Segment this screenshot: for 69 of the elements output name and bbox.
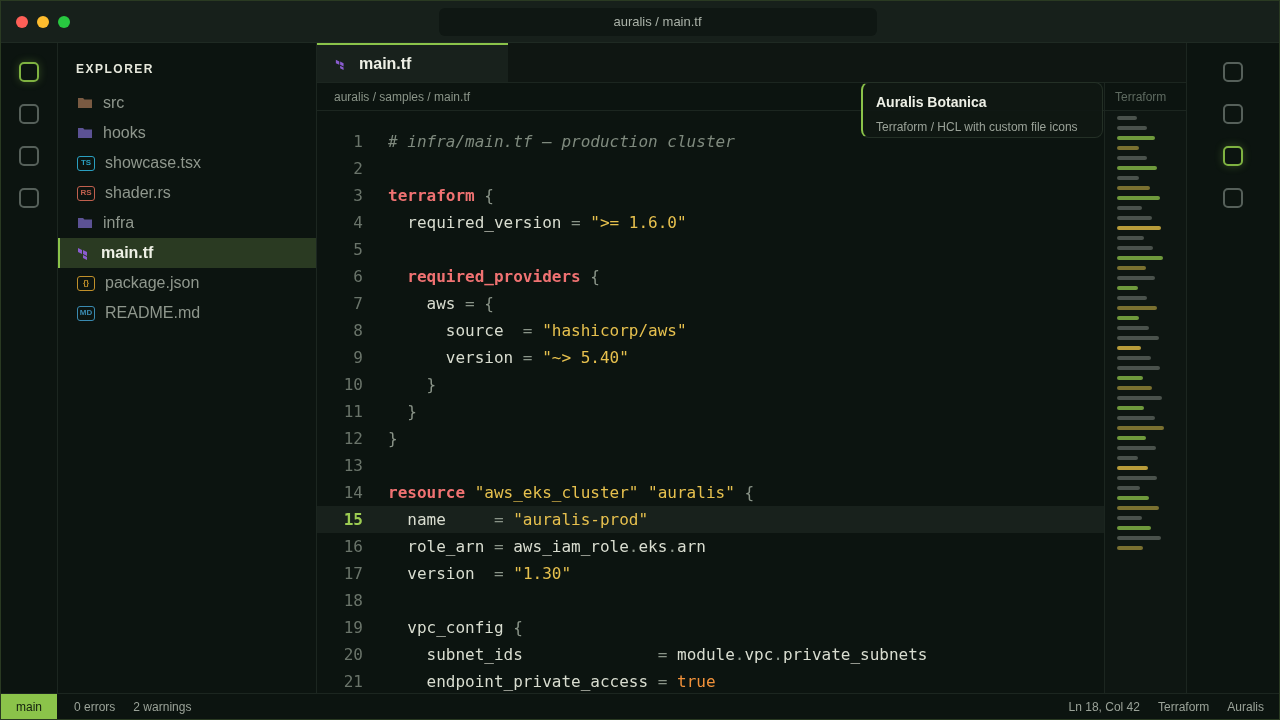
maximize-window-button[interactable] — [58, 15, 70, 28]
code-text: subnet_ids = module.vpc.private_subnets — [425, 643, 928, 666]
line-number: 16 — [342, 535, 363, 558]
line-number: 14 — [342, 481, 363, 504]
code-text: } — [425, 373, 437, 396]
explorer-item[interactable]: {} package.json — [58, 268, 316, 298]
warning-count[interactable]: 2 warnings — [133, 697, 192, 716]
line-number: 21 — [342, 670, 363, 693]
code-text: source = "hashicorp/aws" — [444, 319, 687, 342]
explorer-item[interactable]: RS shader.rs — [58, 178, 316, 208]
code-text: required_version = ">= 1.6.0" — [406, 211, 687, 234]
line-number: 9 — [352, 346, 363, 369]
activity-icon[interactable] — [1223, 146, 1243, 166]
line-number: 2 — [352, 157, 363, 180]
explorer-title: EXPLORER — [75, 61, 155, 78]
code-text: terraform { — [388, 184, 494, 207]
line-number: 12 — [342, 427, 363, 450]
file-type-icon: RS — [77, 185, 95, 201]
code-text: resource "aws_eks_cluster" "auralis" { — [388, 481, 755, 504]
line-number: 11 — [342, 400, 363, 423]
explorer-item[interactable]: MD README.md — [58, 298, 316, 328]
code-text: } — [388, 427, 398, 450]
code-text: endpoint_private_access = true — [425, 670, 716, 693]
explorer-item[interactable]: main.tf — [58, 238, 316, 268]
theme-name[interactable]: Auralis — [1227, 697, 1264, 716]
line-number: 20 — [342, 643, 363, 666]
file-type-icon: {} — [77, 275, 95, 291]
line-number: 6 — [352, 265, 363, 288]
line-number: 18 — [342, 589, 363, 612]
minimize-window-button[interactable] — [37, 15, 49, 28]
line-number: 1 — [352, 130, 363, 153]
code-text: required_providers { — [406, 265, 600, 288]
code-text: } — [406, 400, 417, 423]
line-number: 19 — [342, 616, 363, 639]
language-mode[interactable]: Terraform — [1157, 697, 1210, 716]
code-text: version = "~> 5.40" — [444, 346, 629, 369]
line-number: 10 — [342, 373, 363, 396]
cursor-position[interactable]: Ln 18, Col 42 — [1068, 697, 1140, 716]
tooltip-title: Auralis Botanica — [876, 93, 988, 112]
line-number: 5 — [352, 238, 363, 261]
tooltip-subtitle: Terraform / HCL with custom file icons — [876, 119, 1079, 136]
line-number: 4 — [352, 211, 363, 234]
line-number: 8 — [352, 319, 363, 342]
line-number: 17 — [342, 562, 363, 585]
code-text: aws = { — [425, 292, 494, 315]
file-type-icon: MD — [77, 305, 95, 321]
branch-indicator[interactable]: main — [1, 694, 57, 719]
terraform-icon — [335, 57, 347, 70]
minimap-label: Terraform — [1104, 83, 1186, 110]
breadcrumb: auralis / samples / main.tf — [334, 88, 471, 106]
code-text: version = "1.30" — [406, 562, 572, 585]
line-number: 13 — [342, 454, 363, 477]
file-type-icon: TS — [77, 155, 95, 171]
explorer-item[interactable]: src — [58, 88, 316, 118]
line-number: 15 — [342, 508, 363, 531]
error-count[interactable]: 0 errors — [74, 697, 116, 716]
code-text: name = "auralis-prod" — [406, 508, 649, 531]
code-text: # infra/main.tf – production cluster — [388, 130, 735, 153]
activity-icon[interactable] — [19, 62, 39, 82]
editor-tab[interactable]: main.tf — [317, 43, 508, 82]
explorer-item[interactable]: hooks — [58, 118, 316, 148]
code-text: vpc_config { — [406, 616, 523, 639]
close-window-button[interactable] — [16, 15, 28, 28]
code-text: role_arn = aws_iam_role.eks.arn — [406, 535, 706, 558]
explorer-item[interactable]: infra — [58, 208, 316, 238]
explorer-item[interactable]: TS showcase.tsx — [58, 148, 316, 178]
window-title: auralis / main.tf — [438, 7, 877, 36]
line-number: 7 — [352, 292, 363, 315]
line-number: 3 — [352, 184, 363, 207]
